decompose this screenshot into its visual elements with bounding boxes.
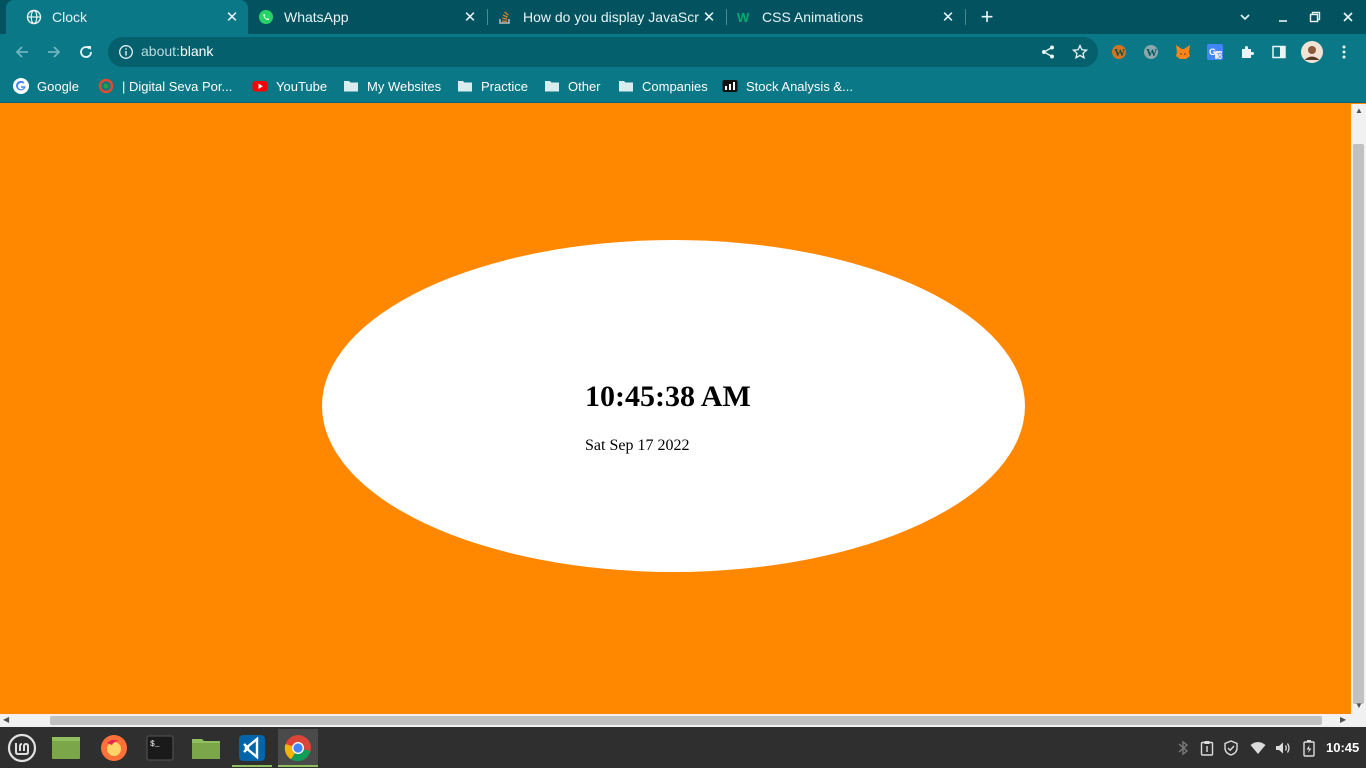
taskbar-clock[interactable]: 10:45 xyxy=(1326,740,1359,755)
files-icon[interactable] xyxy=(186,729,226,767)
wordpress-gray-extension-icon[interactable]: W xyxy=(1142,43,1160,61)
w3schools-icon: W xyxy=(736,9,752,25)
scroll-up-arrow-icon[interactable]: ▲ xyxy=(1355,106,1363,115)
tab-clock[interactable]: Clock ✕ xyxy=(6,0,248,34)
bookmark-label: Practice xyxy=(481,78,528,94)
address-scheme: about: xyxy=(141,43,180,59)
svg-text:W: W xyxy=(1114,47,1125,59)
tab-css-animations[interactable]: W CSS Animations ✕ xyxy=(716,0,964,34)
bookmark-digital-seva[interactable]: | Digital Seva Por... xyxy=(98,77,232,95)
svg-text:W: W xyxy=(737,10,750,25)
clock-time: 10:45:38 AM xyxy=(585,380,751,413)
folder-icon xyxy=(457,78,473,94)
tab-title: CSS Animations xyxy=(762,9,864,25)
new-tab-button[interactable]: + xyxy=(975,5,999,29)
shield-icon[interactable] xyxy=(1222,739,1240,757)
running-indicator xyxy=(232,765,272,767)
bookmark-label: Companies xyxy=(642,78,708,94)
horizontal-scrollbar-thumb[interactable] xyxy=(50,716,1322,725)
folder-icon xyxy=(544,78,560,94)
scroll-left-arrow-icon[interactable]: ◀ xyxy=(3,715,9,724)
vscode-icon[interactable] xyxy=(232,729,272,767)
extensions-puzzle-icon[interactable] xyxy=(1238,43,1256,61)
bookmark-label: Google xyxy=(37,78,79,94)
stackoverflow-icon xyxy=(497,9,513,25)
running-indicator xyxy=(278,765,318,767)
taskbar: $_ 10:45 xyxy=(0,727,1366,768)
clock-date: Sat Sep 17 2022 xyxy=(585,437,690,454)
bookmark-folder-companies[interactable]: Companies xyxy=(618,77,708,95)
address-bar[interactable]: about:blank xyxy=(108,37,1098,67)
bookmark-star-icon[interactable] xyxy=(1071,43,1089,61)
minimize-button[interactable] xyxy=(1267,0,1299,34)
show-desktop-icon[interactable] xyxy=(46,729,86,767)
bookmark-label: My Websites xyxy=(367,78,442,94)
tab-title: How do you display JavaScript xyxy=(523,9,699,25)
folder-icon xyxy=(618,78,634,94)
profile-avatar[interactable] xyxy=(1301,41,1323,63)
google-icon xyxy=(13,78,29,94)
terminal-icon[interactable]: $_ xyxy=(140,729,180,767)
address-text: about:blank xyxy=(141,43,213,59)
chrome-menu-icon[interactable] xyxy=(1335,43,1353,61)
whatsapp-icon xyxy=(258,9,274,25)
address-path: blank xyxy=(179,43,214,59)
chrome-icon[interactable] xyxy=(278,729,318,767)
digital-seva-icon xyxy=(98,78,114,94)
bookmark-label: YouTube xyxy=(276,78,328,94)
firefox-icon[interactable] xyxy=(94,729,134,767)
svg-text:$_: $_ xyxy=(150,740,160,749)
battery-icon[interactable] xyxy=(1300,739,1318,757)
bookmark-google[interactable]: Google xyxy=(13,77,79,95)
svg-text:G: G xyxy=(1209,47,1216,57)
close-tab-icon[interactable]: ✕ xyxy=(938,7,958,27)
wifi-icon[interactable] xyxy=(1249,739,1267,757)
bookmark-stock-analysis[interactable]: Stock Analysis &... xyxy=(722,77,853,95)
bookmark-label: Stock Analysis &... xyxy=(746,78,853,94)
forward-button[interactable] xyxy=(41,39,67,65)
bookmark-folder-my-websites[interactable]: My Websites xyxy=(343,77,441,95)
bluetooth-icon[interactable] xyxy=(1174,739,1192,757)
scroll-right-arrow-icon[interactable]: ▶ xyxy=(1340,715,1346,724)
google-translate-icon[interactable]: G文 xyxy=(1206,43,1224,61)
tab-stackoverflow[interactable]: How do you display JavaScript ✕ xyxy=(477,0,725,34)
wordpress-extension-icon[interactable]: W xyxy=(1110,43,1128,61)
tab-title: Clock xyxy=(52,9,88,25)
folder-icon xyxy=(343,78,359,94)
bookmark-folder-practice[interactable]: Practice xyxy=(457,77,528,95)
mint-menu-icon[interactable] xyxy=(2,729,42,767)
horizontal-scrollbar[interactable]: ◀ ▶ xyxy=(0,714,1366,727)
bookmark-youtube[interactable]: YouTube xyxy=(252,77,327,95)
bookmark-label: | Digital Seva Por... xyxy=(122,78,233,94)
stock-analysis-icon xyxy=(722,78,738,94)
side-panel-icon[interactable] xyxy=(1270,43,1288,61)
tab-strip: Clock ✕ WhatsApp ✕ How do you display Ja… xyxy=(0,0,1366,34)
site-info-icon[interactable] xyxy=(118,44,134,60)
metamask-fox-icon[interactable] xyxy=(1174,43,1192,61)
tab-whatsapp[interactable]: WhatsApp ✕ xyxy=(238,0,486,34)
clipboard-icon[interactable] xyxy=(1198,739,1216,757)
browser-toolbar: about:blank W W G文 xyxy=(0,34,1366,70)
tab-separator xyxy=(965,9,966,25)
volume-icon[interactable] xyxy=(1274,739,1292,757)
tab-title: WhatsApp xyxy=(284,9,349,25)
bookmark-folder-other[interactable]: Other xyxy=(544,77,601,95)
back-button[interactable] xyxy=(9,39,35,65)
bookmarks-bar: Google | Digital Seva Por... YouTube My … xyxy=(0,70,1366,103)
vertical-scrollbar-thumb[interactable] xyxy=(1353,144,1364,704)
youtube-icon xyxy=(252,78,268,94)
close-window-button[interactable] xyxy=(1332,0,1364,34)
page-content: 10:45:38 AM Sat Sep 17 2022 xyxy=(0,104,1351,714)
scroll-down-arrow-icon[interactable]: ▼ xyxy=(1355,701,1363,710)
tab-search-chevron-icon[interactable] xyxy=(1229,0,1261,34)
bookmark-label: Other xyxy=(568,78,601,94)
reload-button[interactable] xyxy=(73,39,99,65)
globe-icon xyxy=(26,9,42,25)
maximize-button[interactable] xyxy=(1299,0,1331,34)
vertical-scrollbar[interactable]: ▲ ▼ xyxy=(1351,104,1366,714)
svg-text:文: 文 xyxy=(1217,51,1224,60)
svg-text:W: W xyxy=(1146,47,1157,59)
share-icon[interactable] xyxy=(1039,43,1057,61)
